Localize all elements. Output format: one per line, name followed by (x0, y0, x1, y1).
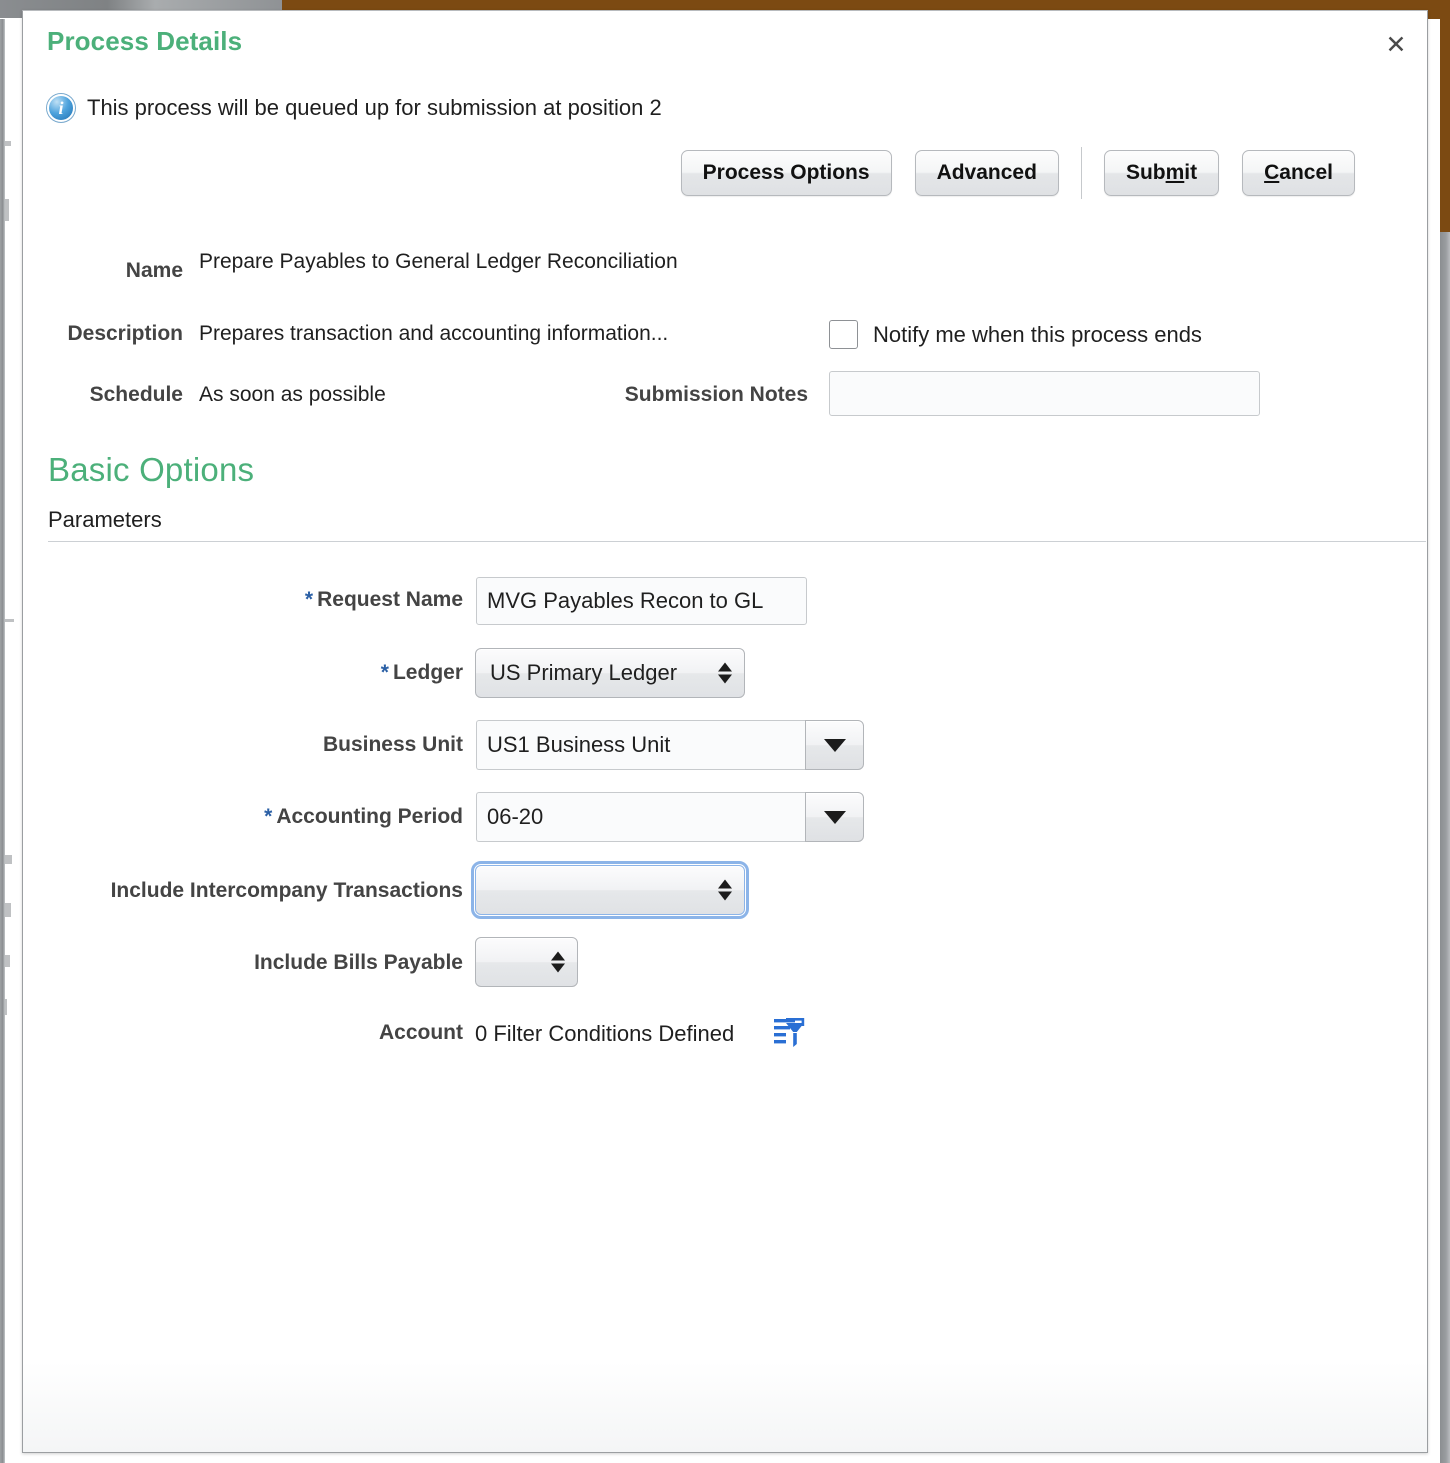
cancel-label-tail: ancel (1279, 161, 1333, 184)
submit-button[interactable]: Submit (1103, 150, 1220, 196)
description-label: Description (67, 322, 183, 345)
basic-options-heading: Basic Options (48, 451, 255, 488)
filter-icon[interactable] (773, 1017, 805, 1049)
business-unit-label: Business Unit (322, 733, 463, 756)
notify-checkbox[interactable] (829, 320, 858, 349)
required-marker: * (304, 588, 314, 611)
required-marker: * (380, 661, 389, 684)
include-intercompany-transactions-select[interactable] (471, 861, 749, 919)
schedule-label: Schedule (89, 383, 183, 406)
accounting-period-dropdown-button[interactable] (805, 792, 864, 842)
button-group-divider (1080, 147, 1082, 199)
name-label: Name (125, 259, 183, 282)
request-name-label: * Request Name (173, 588, 463, 612)
spinner-arrows-icon (718, 879, 732, 901)
parameters-divider (48, 541, 1426, 542)
submission-notes-input[interactable] (829, 371, 1260, 416)
include-bills-payable-label: Include Bills Payable (254, 951, 463, 974)
chevron-down-icon (823, 738, 846, 752)
description-value: Prepares transaction and accounting info… (199, 322, 669, 345)
accounting-period-label: * Accounting Period (173, 805, 463, 829)
request-name-input[interactable]: MVG Payables Recon to GL (476, 577, 807, 625)
info-icon: i (47, 94, 75, 122)
schedule-value: As soon as possible (199, 383, 386, 406)
process-details-dialog: Process Details ✕ i This process will be… (22, 10, 1428, 1453)
notify-checkbox-row: Notify me when this process ends (829, 320, 1202, 349)
business-unit-dropdown-button[interactable] (805, 720, 864, 770)
accounting-period-label-text: Accounting Period (276, 805, 463, 828)
background-chrome-right-edge (1440, 0, 1450, 232)
parameters-label: Parameters (48, 507, 162, 532)
account-label: Account (379, 1021, 463, 1044)
name-value: Prepare Payables to General Ledger Recon… (199, 250, 678, 273)
spinner-arrows-icon (718, 662, 732, 684)
process-options-button[interactable]: Process Options (680, 150, 892, 196)
dialog-bottom-gradient (23, 1362, 1427, 1452)
close-icon[interactable]: ✕ (1379, 27, 1413, 61)
accounting-period-input[interactable]: 06-20 (476, 792, 805, 842)
business-unit-input[interactable]: US1 Business Unit (476, 720, 805, 770)
ledger-select-value: US Primary Ledger (490, 660, 678, 685)
chevron-down-icon (823, 810, 846, 824)
dialog-button-bar: Process Options Advanced Submit Cancel (680, 147, 1355, 199)
notify-checkbox-label: Notify me when this process ends (873, 321, 1202, 347)
submit-label-tail: it (1184, 161, 1198, 184)
ledger-label-text: Ledger (392, 661, 463, 684)
submit-accesskey: m (1165, 161, 1185, 184)
submit-label-head: Sub (1125, 161, 1166, 184)
include-bills-payable-select[interactable] (475, 937, 578, 987)
info-message-row: i This process will be queued up for sub… (47, 94, 662, 122)
cancel-button[interactable]: Cancel (1242, 150, 1355, 196)
account-value: 0 Filter Conditions Defined (475, 1021, 735, 1046)
ledger-label: * Ledger (173, 661, 463, 685)
ledger-select[interactable]: US Primary Ledger (475, 648, 745, 698)
include-intercompany-transactions-label: Include Intercompany Transactions (110, 879, 463, 902)
request-name-label-text: Request Name (317, 588, 463, 611)
background-left-border (0, 19, 5, 1463)
business-unit-lov: US1 Business Unit (476, 720, 864, 770)
spinner-arrows-icon (551, 951, 565, 973)
required-marker: * (264, 805, 273, 828)
accounting-period-lov: 06-20 (476, 792, 864, 842)
advanced-button[interactable]: Advanced (914, 150, 1059, 196)
submission-notes-label: Submission Notes (624, 383, 808, 406)
cancel-accesskey: C (1264, 161, 1280, 184)
info-message-text: This process will be queued up for submi… (87, 95, 662, 120)
page-title: Process Details (47, 26, 243, 56)
background-window-right-edge (1440, 232, 1450, 1463)
